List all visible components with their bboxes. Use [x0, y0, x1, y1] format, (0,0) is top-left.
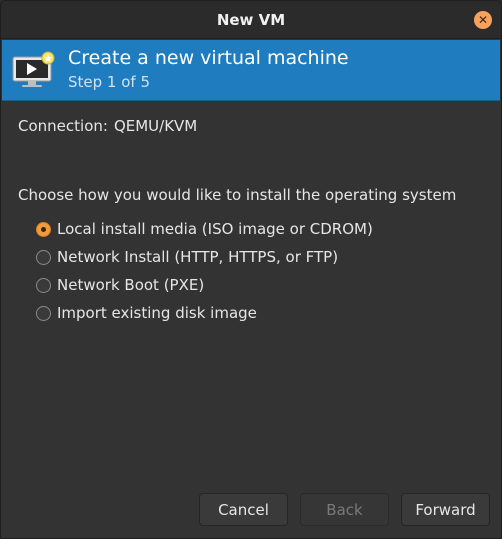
install-method-question: Choose how you would like to install the…: [18, 186, 457, 204]
option-label: Local install media (ISO image or CDROM): [57, 220, 373, 238]
wizard-title: Create a new virtual machine: [68, 47, 349, 69]
radio-button[interactable]: [36, 277, 51, 293]
back-button[interactable]: Back: [300, 493, 389, 526]
radio-button[interactable]: [36, 249, 51, 265]
option-label: Network Install (HTTP, HTTPS, or FTP): [57, 248, 339, 266]
option-import-disk-image[interactable]: Import existing disk image: [36, 299, 373, 327]
radio-button-selected[interactable]: [36, 221, 51, 237]
option-network-install[interactable]: Network Install (HTTP, HTTPS, or FTP): [36, 243, 373, 271]
close-icon: ✕: [477, 13, 489, 27]
option-local-install-media[interactable]: Local install media (ISO image or CDROM): [36, 215, 373, 243]
option-label: Import existing disk image: [57, 304, 257, 322]
option-label: Network Boot (PXE): [57, 276, 205, 294]
radio-button[interactable]: [36, 305, 51, 321]
window-title: New VM: [216, 10, 286, 29]
connection-value: QEMU/KVM: [113, 117, 198, 135]
cancel-button[interactable]: Cancel: [199, 493, 288, 526]
wizard-header: Create a new virtual machine Step 1 of 5: [2, 40, 500, 101]
install-method-options: Local install media (ISO image or CDROM)…: [36, 215, 373, 327]
option-network-boot[interactable]: Network Boot (PXE): [36, 271, 373, 299]
wizard-step-indicator: Step 1 of 5: [68, 73, 151, 91]
connection-row: Connection: QEMU/KVM: [18, 117, 197, 135]
new-vm-monitor-icon: [12, 51, 55, 87]
close-button[interactable]: ✕: [474, 11, 492, 29]
title-bar[interactable]: New VM ✕: [1, 1, 501, 39]
connection-label: Connection:: [18, 117, 108, 135]
forward-button[interactable]: Forward: [401, 493, 490, 526]
new-vm-dialog: New VM ✕ Create a new virtual machine St…: [0, 0, 502, 539]
